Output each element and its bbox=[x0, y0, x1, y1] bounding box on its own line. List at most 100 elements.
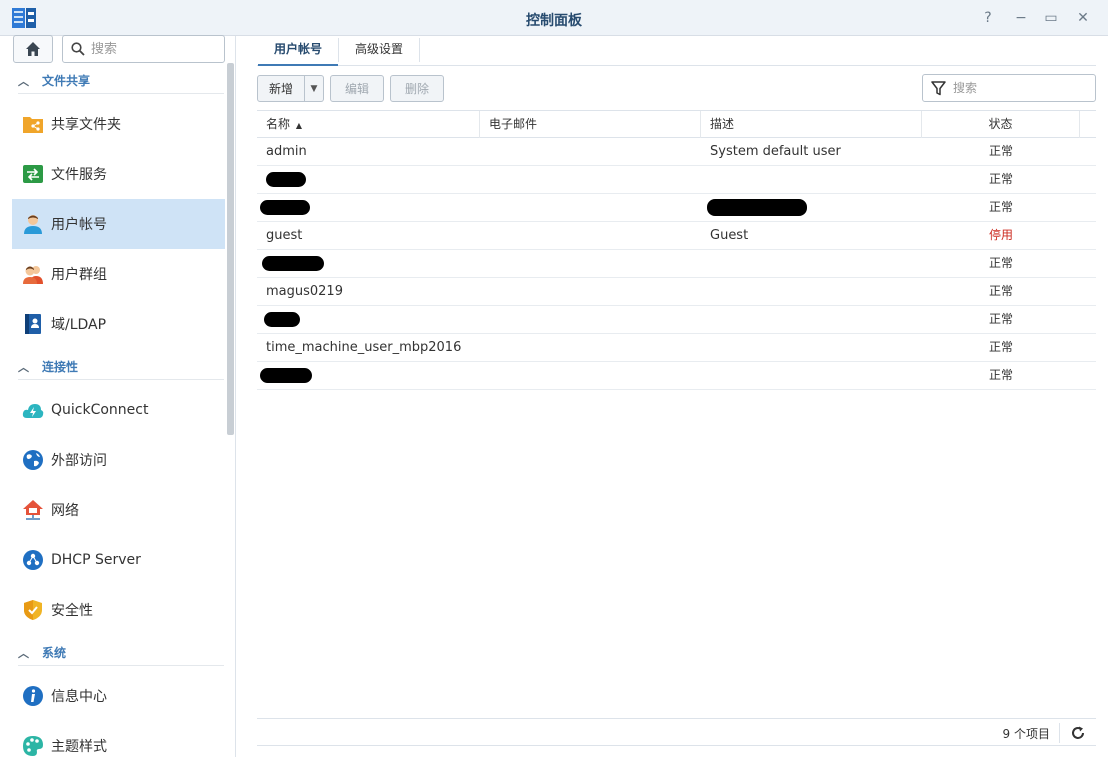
user-status-cell: 正常 bbox=[988, 340, 1013, 354]
sidebar-item-security[interactable]: 安全性 bbox=[12, 585, 225, 635]
sidebar-item-network[interactable]: 网络 bbox=[12, 485, 225, 535]
help-button[interactable]: ? bbox=[979, 9, 997, 27]
section-file-sharing[interactable]: ︿ 文件共享 bbox=[18, 68, 224, 94]
user-status-cell: 正常 bbox=[988, 368, 1013, 382]
minimize-button[interactable]: − bbox=[1012, 9, 1030, 27]
section-connectivity[interactable]: ︿ 连接性 bbox=[18, 354, 224, 380]
user-name-cell: guest bbox=[266, 228, 303, 243]
user-name-cell: admin bbox=[266, 144, 307, 159]
add-dropdown-button[interactable]: ▼ bbox=[305, 75, 324, 102]
sidebar-item-label: 外部访问 bbox=[51, 453, 107, 469]
redaction-mark bbox=[260, 368, 312, 383]
sidebar-item-user-group[interactable]: 用户群组 bbox=[12, 249, 225, 299]
table-body: admin System default user 正常 正常 正常 guest Guest… bbox=[257, 138, 1096, 390]
sidebar-item-theme[interactable]: 主题样式 bbox=[12, 721, 225, 757]
sidebar-item-label: 用户帐号 bbox=[51, 217, 107, 233]
user-email-cell bbox=[480, 306, 701, 333]
redaction-mark bbox=[260, 200, 310, 215]
chevron-up-icon: ︿ bbox=[18, 646, 29, 660]
table-row[interactable]: 正常 bbox=[257, 194, 1096, 222]
globe-icon bbox=[21, 448, 45, 472]
delete-button[interactable]: 删除 bbox=[390, 75, 444, 102]
user-email-cell bbox=[480, 250, 701, 277]
filter-search-input[interactable] bbox=[953, 79, 1088, 97]
table-row[interactable]: 正常 bbox=[257, 306, 1096, 334]
table-row[interactable]: magus0219 正常 bbox=[257, 278, 1096, 306]
item-count: 9 个项目 bbox=[1002, 727, 1050, 741]
dhcp-icon bbox=[21, 548, 45, 572]
group-icon bbox=[21, 262, 45, 286]
user-icon bbox=[21, 212, 45, 236]
sidebar-item-label: 安全性 bbox=[51, 603, 93, 619]
user-description-cell bbox=[701, 278, 922, 305]
sidebar-item-ldap[interactable]: 域/LDAP bbox=[12, 299, 225, 349]
sidebar-search-input[interactable] bbox=[91, 40, 219, 58]
user-email-cell bbox=[480, 194, 701, 221]
ldap-icon bbox=[21, 312, 45, 336]
user-status-cell: 正常 bbox=[988, 284, 1013, 298]
sidebar-item-info-center[interactable]: 信息中心 bbox=[12, 671, 225, 721]
sidebar-item-dhcp-server[interactable]: DHCP Server bbox=[12, 535, 225, 585]
column-header-email[interactable]: 电子邮件 bbox=[480, 111, 701, 138]
tab-advanced-settings[interactable]: 高级设置 bbox=[339, 36, 419, 66]
chevron-up-icon: ︿ bbox=[18, 74, 29, 88]
section-system[interactable]: ︿ 系统 bbox=[18, 640, 224, 666]
filter-search[interactable] bbox=[922, 74, 1096, 102]
user-description-cell: Guest bbox=[710, 228, 749, 243]
user-status-cell: 正常 bbox=[988, 256, 1013, 270]
quickconnect-icon bbox=[21, 398, 45, 422]
sidebar-item-label: 文件服务 bbox=[51, 167, 107, 183]
close-button[interactable]: ✕ bbox=[1074, 9, 1092, 27]
sidebar-item-shared-folder[interactable]: 共享文件夹 bbox=[12, 99, 225, 149]
home-button[interactable] bbox=[13, 35, 53, 63]
title-bar: 控制面板 ? − ▭ ✕ bbox=[0, 0, 1108, 36]
section-label: 系统 bbox=[42, 646, 67, 660]
column-header-description[interactable]: 描述 bbox=[701, 111, 922, 138]
section-label: 文件共享 bbox=[42, 74, 91, 88]
column-header-name[interactable]: 名称 ▲ bbox=[257, 111, 480, 138]
user-description-cell bbox=[701, 306, 922, 333]
file-services-icon bbox=[21, 162, 45, 186]
edit-button[interactable]: 编辑 bbox=[330, 75, 384, 102]
window-title: 控制面板 bbox=[526, 13, 582, 29]
table-row[interactable]: guest Guest 停用 bbox=[257, 222, 1096, 250]
redaction-mark bbox=[262, 256, 324, 271]
user-description-cell bbox=[701, 334, 922, 361]
column-header-status[interactable]: 状态 bbox=[922, 111, 1080, 138]
table-row[interactable]: admin System default user 正常 bbox=[257, 138, 1096, 166]
sidebar-item-label: 主题样式 bbox=[51, 739, 107, 755]
table-row[interactable]: 正常 bbox=[257, 250, 1096, 278]
table-row[interactable]: time_machine_user_mbp2016 正常 bbox=[257, 334, 1096, 362]
network-icon bbox=[21, 498, 45, 522]
sidebar-item-user-account[interactable]: 用户帐号 bbox=[12, 199, 225, 249]
chevron-up-icon: ︿ bbox=[18, 360, 29, 374]
tab-divider bbox=[419, 38, 420, 62]
sidebar-item-quickconnect[interactable]: QuickConnect bbox=[12, 385, 225, 435]
sidebar-search[interactable] bbox=[62, 35, 225, 63]
sidebar: ︿ 文件共享 共享文件夹 文件服务 用户帐号 用户群组 域/LDAP ︿ 连接性 bbox=[0, 35, 236, 757]
user-email-cell bbox=[480, 278, 701, 305]
user-description-cell bbox=[701, 250, 922, 277]
table-row[interactable]: 正常 bbox=[257, 362, 1096, 390]
table-row[interactable]: 正常 bbox=[257, 166, 1096, 194]
user-email-cell bbox=[480, 222, 701, 249]
sidebar-item-label: QuickConnect bbox=[51, 402, 149, 418]
maximize-button[interactable]: ▭ bbox=[1042, 9, 1060, 27]
sort-ascending-icon: ▲ bbox=[295, 121, 302, 130]
sidebar-item-external-access[interactable]: 外部访问 bbox=[12, 435, 225, 485]
user-email-cell bbox=[480, 166, 701, 193]
user-email-cell bbox=[480, 362, 701, 389]
user-description-cell bbox=[701, 362, 922, 389]
user-email-cell bbox=[480, 334, 701, 361]
sidebar-item-file-services[interactable]: 文件服务 bbox=[12, 149, 225, 199]
tab-user-account[interactable]: 用户帐号 bbox=[258, 36, 339, 66]
table-header: 名称 ▲ 电子邮件 描述 状态 bbox=[257, 110, 1096, 138]
shield-icon bbox=[21, 598, 45, 622]
user-status-cell: 停用 bbox=[988, 228, 1013, 242]
add-button[interactable]: 新增 bbox=[257, 75, 305, 102]
home-icon bbox=[26, 42, 40, 56]
redaction-mark bbox=[266, 172, 306, 187]
footer-divider bbox=[1059, 723, 1060, 743]
sidebar-scrollbar[interactable] bbox=[227, 63, 234, 435]
refresh-icon[interactable] bbox=[1070, 725, 1086, 741]
